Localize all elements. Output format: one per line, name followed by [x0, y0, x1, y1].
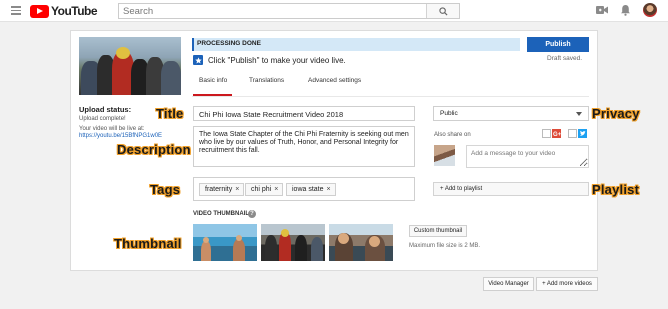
top-bar: YouTube: [0, 0, 668, 22]
annotation-title: Title: [156, 106, 184, 121]
checkbox-icon[interactable]: [568, 129, 577, 138]
description-field[interactable]: The Iowa State Chapter of the Chi Phi Fr…: [193, 126, 415, 167]
annotation-thumbnail: Thumbnail: [114, 236, 182, 251]
annotation-privacy: Privacy: [592, 106, 640, 121]
tag-chip: iowa state ×: [286, 183, 336, 196]
share-message-input[interactable]: [466, 145, 589, 168]
tab-basic-info[interactable]: Basic info: [199, 77, 227, 84]
annotation-playlist: Playlist: [592, 182, 640, 197]
bell-icon[interactable]: [620, 4, 631, 16]
youtube-play-icon: [30, 4, 49, 18]
video-preview-image: [79, 37, 181, 95]
star-icon: [193, 55, 203, 65]
add-more-videos-button[interactable]: + Add more videos: [536, 277, 598, 291]
tag-label: fraternity: [205, 186, 233, 193]
youtube-logo[interactable]: YouTube: [30, 4, 98, 18]
tag-chip: chi phi ×: [245, 183, 284, 196]
thumbnail-option[interactable]: [193, 224, 257, 261]
privacy-value: Public: [440, 110, 458, 117]
thumbnail-option[interactable]: [261, 224, 325, 261]
privacy-select[interactable]: Public: [433, 106, 589, 121]
annotation-tags: Tags: [150, 182, 181, 197]
tags-field[interactable]: fraternity × chi phi × iowa state ×: [193, 177, 415, 201]
logo-text: YouTube: [51, 4, 98, 18]
thumbnail-option[interactable]: [329, 224, 393, 261]
processing-status: PROCESSING DONE: [197, 40, 261, 47]
help-icon[interactable]: ?: [248, 210, 256, 218]
tab-divider: [192, 96, 589, 97]
publish-button[interactable]: Publish: [527, 37, 589, 52]
checkbox-icon[interactable]: [542, 129, 551, 138]
search-icon: [438, 6, 448, 16]
tag-remove-icon[interactable]: ×: [235, 186, 239, 193]
publish-hint: Click "Publish" to make your video live.: [208, 56, 346, 65]
tab-translations[interactable]: Translations: [249, 77, 284, 84]
search-input[interactable]: [119, 4, 427, 18]
upload-complete-text: Upload complete!: [79, 116, 126, 122]
annotation-description: Description: [117, 142, 191, 157]
tag-chip: fraternity ×: [199, 183, 245, 196]
twitter-icon[interactable]: [578, 129, 587, 138]
account-avatar[interactable]: [643, 3, 657, 17]
google-plus-icon[interactable]: G+: [552, 129, 561, 138]
tag-label: iowa state: [292, 186, 324, 193]
draft-saved-status: Draft saved.: [547, 55, 583, 62]
search-button[interactable]: [426, 4, 459, 18]
chevron-down-icon: [576, 112, 582, 116]
live-at-text: Your video will be live at:: [79, 126, 145, 132]
video-thumbnails-heading: VIDEO THUMBNAILS: [193, 211, 253, 217]
max-file-size-note: Maximum file size is 2 MB.: [409, 243, 481, 249]
title-field[interactable]: Chi Phi Iowa State Recruitment Video 201…: [193, 106, 415, 121]
video-camera-icon[interactable]: [596, 5, 608, 15]
tag-remove-icon[interactable]: ×: [274, 186, 278, 193]
description-value: The Iowa State Chapter of the Chi Phi Fr…: [199, 131, 409, 155]
svg-text:G+: G+: [553, 132, 561, 138]
add-to-playlist-button[interactable]: + Add to playlist: [433, 182, 589, 196]
upload-status-heading: Upload status:: [79, 105, 132, 114]
title-value: Chi Phi Iowa State Recruitment Video 201…: [199, 110, 344, 119]
channel-avatar: [434, 145, 455, 166]
menu-icon[interactable]: [11, 6, 21, 15]
video-manager-button[interactable]: Video Manager: [483, 277, 534, 291]
tag-label: chi phi: [251, 186, 272, 193]
active-tab-indicator: [193, 94, 232, 96]
custom-thumbnail-button[interactable]: Custom thumbnail: [409, 225, 467, 237]
also-share-label: Also share on: [434, 132, 471, 138]
search-box: [118, 3, 460, 19]
tab-advanced-settings[interactable]: Advanced settings: [308, 77, 361, 84]
video-url-link[interactable]: https://youtu.be/15BfNPG1w0E: [79, 133, 162, 139]
tag-remove-icon[interactable]: ×: [327, 186, 331, 193]
